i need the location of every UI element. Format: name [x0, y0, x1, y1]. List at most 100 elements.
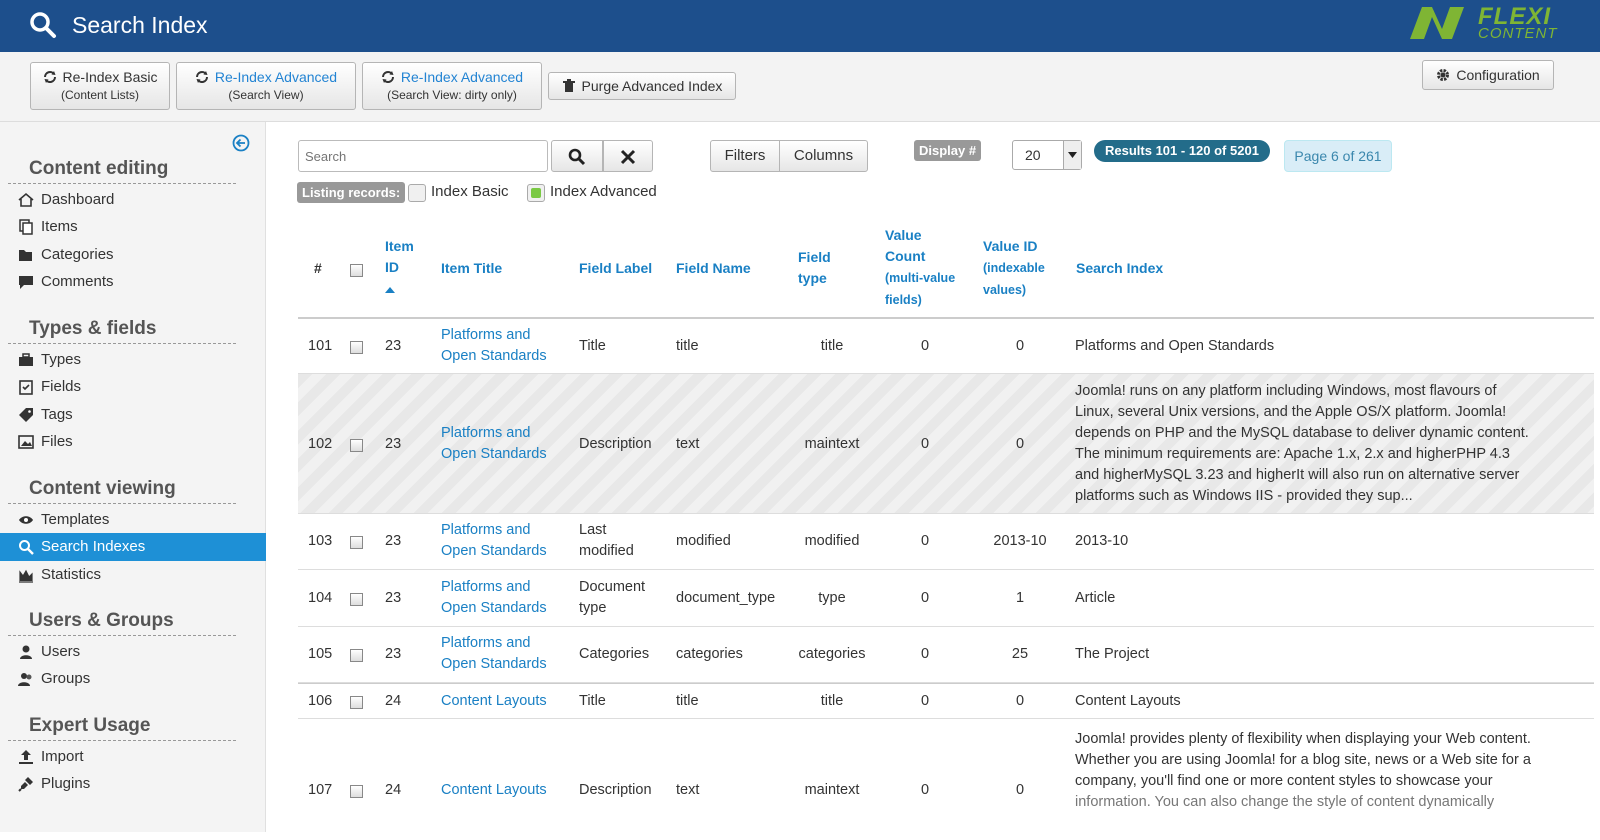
row-checkbox[interactable]	[350, 536, 363, 549]
sidebar-item-items[interactable]: Items	[0, 213, 266, 241]
row-checkbox[interactable]	[350, 439, 363, 452]
close-icon	[620, 149, 636, 165]
cell-value-id: 0	[1015, 782, 1025, 798]
reindex-basic-button[interactable]: Re-Index Basic (Content Lists)	[30, 62, 170, 110]
cell-item-title-link[interactable]: Platforms and Open Standards	[441, 423, 547, 465]
index-basic-checkbox[interactable]	[408, 184, 426, 202]
sidebar-item-label: Tags	[41, 406, 73, 423]
reindex-dirty-label: Re-Index Advanced	[400, 69, 524, 85]
cell-value-count: 0	[920, 782, 930, 798]
cell-field-name: text	[676, 436, 700, 452]
reindex-basic-label: Re-Index Basic	[62, 69, 158, 85]
search-input[interactable]	[298, 140, 548, 172]
display-count-select[interactable]: 20	[1012, 140, 1082, 170]
cell-value-count: 0	[920, 338, 930, 354]
upload-icon	[19, 750, 33, 764]
cell-item-title-link[interactable]: Platforms and Open Standards	[441, 520, 547, 562]
row-checkbox[interactable]	[350, 785, 363, 798]
reindex-dirty-button[interactable]: Re-Index Advanced (Search View: dirty on…	[362, 62, 542, 110]
reindex-dirty-sub: (Search View: dirty only)	[387, 88, 517, 102]
sidebar-item-plugins[interactable]: Plugins	[0, 770, 266, 798]
cell-item-id: 23	[385, 533, 402, 549]
cell-field-name: categories	[676, 646, 743, 662]
cell-item-id: 23	[385, 436, 402, 452]
col-header-item-title[interactable]: Item Title	[441, 258, 502, 279]
sidebar-item-search-indexes[interactable]: Search Indexes	[0, 533, 266, 561]
sidebar-item-dashboard[interactable]: Dashboard	[0, 186, 266, 214]
cell-item-title-link[interactable]: Content Layouts	[441, 691, 547, 712]
reindex-advanced-button[interactable]: Re-Index Advanced (Search View)	[176, 62, 356, 110]
cell-item-id: 24	[385, 693, 402, 709]
purge-advanced-index-button[interactable]: Purge Advanced Index	[548, 72, 736, 100]
sidebar-item-import[interactable]: Import	[0, 743, 266, 771]
sidebar-item-comments[interactable]: Comments	[0, 268, 266, 296]
col-header-field-type[interactable]: Field type	[798, 247, 831, 289]
cell-value-count: 0	[920, 533, 930, 549]
cell-field-type: title	[820, 693, 844, 709]
cell-number: 103	[308, 533, 333, 549]
cell-field-label: Categories	[579, 646, 650, 662]
sidebar-group-content-editing: Content editing	[8, 158, 236, 184]
sidebar-item-files[interactable]: Files	[0, 428, 266, 456]
checklist-icon	[19, 380, 33, 395]
sidebar-item-statistics[interactable]: Statistics	[0, 561, 266, 589]
col-header-value-id[interactable]: Value ID (indexable values)	[983, 236, 1045, 301]
table-row: 104 23 Platforms and Open Standards Docum…	[298, 570, 1594, 627]
cell-item-id: 23	[385, 590, 402, 606]
cell-search-index: Content Layouts	[1075, 693, 1181, 709]
search-submit-button[interactable]	[551, 140, 603, 172]
sidebar-group-title: Expert Usage	[8, 715, 236, 741]
row-checkbox[interactable]	[350, 593, 363, 606]
sidebar-item-label: Users	[41, 643, 81, 660]
cell-number: 105	[308, 646, 333, 662]
col-header-search-index[interactable]: Search Index	[1076, 258, 1163, 279]
cell-value-count: 0	[920, 646, 930, 662]
sidebar-item-templates[interactable]: Templates	[0, 506, 266, 534]
sidebar-item-groups[interactable]: Groups	[0, 665, 266, 693]
cell-value-count: 0	[920, 590, 930, 606]
sidebar-group-expert-usage: Expert Usage	[8, 715, 236, 741]
cell-item-title-link[interactable]: Platforms and Open Standards	[441, 325, 547, 367]
filters-button[interactable]: Filters	[710, 140, 780, 172]
select-all-checkbox[interactable]	[350, 264, 363, 277]
cell-search-index: Joomla! runs on any platform including W…	[1075, 383, 1529, 504]
col-header-value-count[interactable]: Value Count (multi-value fields)	[885, 225, 955, 311]
refresh-icon	[381, 71, 394, 83]
cell-item-title-link[interactable]: Platforms and Open Standards	[441, 577, 547, 619]
col-header-field-label[interactable]: Field Label	[579, 258, 652, 279]
sidebar-group-types-fields: Types & fields	[8, 318, 236, 344]
col-header-item-id[interactable]: Item ID	[385, 236, 414, 299]
cell-field-label: Last modified	[579, 522, 634, 559]
cell-search-index: The Project	[1075, 646, 1150, 662]
refresh-icon	[195, 71, 208, 83]
sidebar-item-categories[interactable]: Categories	[0, 241, 266, 269]
search-icon	[30, 12, 56, 38]
trash-icon	[562, 79, 575, 92]
sidebar-item-users[interactable]: Users	[0, 638, 266, 666]
row-checkbox[interactable]	[350, 341, 363, 354]
clear-search-button[interactable]	[603, 140, 653, 172]
row-checkbox[interactable]	[350, 696, 363, 709]
cell-field-label: Title	[579, 338, 606, 354]
logo-text-bottom: CONTENT	[1478, 25, 1558, 42]
cell-item-title-link[interactable]: Content Layouts	[441, 780, 547, 801]
sidebar-item-types[interactable]: Types	[0, 346, 266, 374]
top-header-bar: Search Index FLEXI CONTENT	[0, 0, 1600, 52]
cell-field-label: Description	[579, 436, 652, 452]
row-checkbox[interactable]	[350, 649, 363, 662]
sidebar-group-title: Content viewing	[8, 478, 236, 504]
sort-asc-icon	[385, 287, 395, 293]
configuration-button[interactable]: Configuration	[1422, 60, 1554, 90]
index-basic-label: Index Basic	[431, 183, 509, 200]
cell-value-id: 2013-10	[993, 533, 1047, 549]
col-header-field-name[interactable]: Field Name	[676, 258, 751, 279]
index-advanced-checkbox[interactable]	[527, 184, 545, 202]
sidebar-item-tags[interactable]: Tags	[0, 401, 266, 429]
sidebar-group-title: Types & fields	[8, 318, 236, 344]
sidebar-item-label: Search Indexes	[41, 538, 146, 555]
columns-button[interactable]: Columns	[779, 140, 868, 172]
sidebar-item-label: Categories	[41, 246, 114, 263]
cell-item-title-link[interactable]: Platforms and Open Standards	[441, 633, 547, 675]
sidebar-item-fields[interactable]: Fields	[0, 373, 266, 401]
collapse-sidebar-icon[interactable]	[232, 134, 250, 152]
